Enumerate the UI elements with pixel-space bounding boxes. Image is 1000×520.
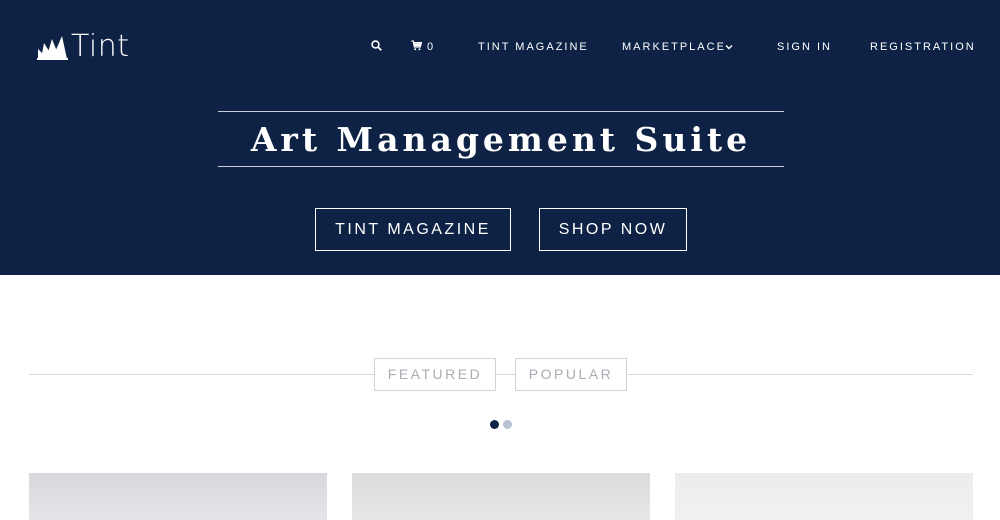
section-divider-left bbox=[29, 374, 374, 375]
section-divider-middle bbox=[496, 374, 515, 375]
featured-card-image[interactable] bbox=[352, 473, 650, 520]
section-divider-right bbox=[627, 374, 973, 375]
hero-title-frame: Art Management Suite bbox=[218, 111, 784, 167]
search-icon[interactable] bbox=[371, 40, 382, 51]
cart-icon[interactable] bbox=[411, 40, 422, 51]
tab-featured[interactable]: FEATURED bbox=[374, 358, 496, 391]
hero-title: Art Management Suite bbox=[250, 120, 752, 159]
nav-sign-in[interactable]: SIGN IN bbox=[777, 38, 832, 56]
carousel-dot-active[interactable] bbox=[490, 420, 499, 429]
logo-mark-icon bbox=[37, 36, 68, 60]
tint-magazine-button[interactable]: TINT MAGAZINE bbox=[315, 208, 511, 251]
featured-card-image[interactable] bbox=[29, 473, 327, 520]
nav-marketplace[interactable]: MARKETPLACE bbox=[622, 38, 726, 56]
brand-name: Tint bbox=[71, 29, 130, 64]
brand-logo[interactable]: Tint bbox=[37, 30, 130, 64]
carousel-dot[interactable] bbox=[503, 420, 512, 429]
cart-count[interactable]: 0 bbox=[427, 38, 435, 56]
nav-tint-magazine[interactable]: TINT MAGAZINE bbox=[478, 38, 589, 56]
tab-popular[interactable]: POPULAR bbox=[515, 358, 627, 391]
chevron-down-icon[interactable] bbox=[725, 43, 733, 51]
nav-registration[interactable]: REGISTRATION bbox=[870, 38, 976, 56]
shop-now-button[interactable]: SHOP NOW bbox=[539, 208, 687, 251]
featured-card-image[interactable] bbox=[675, 473, 973, 520]
hero-banner: Tint 0 TINT MAGAZINE MARKETPLACE SIGN IN… bbox=[0, 0, 1000, 275]
